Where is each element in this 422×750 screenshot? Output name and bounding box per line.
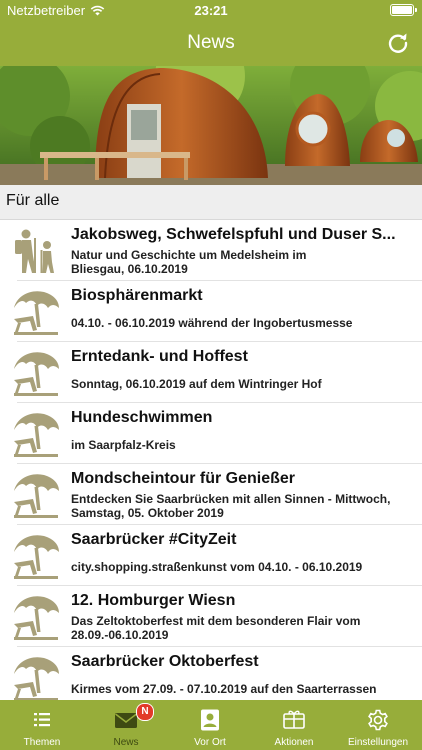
- tab-aktionen[interactable]: Aktionen: [252, 700, 336, 750]
- news-list: Jakobsweg, Schwefelspfuhl und Duser S...…: [0, 220, 422, 700]
- hikers-icon: [15, 229, 54, 273]
- item-title: Saarbrücker Oktoberfest: [71, 653, 259, 670]
- list-item[interactable]: Saarbrücker #CityZeit city.shopping.stra…: [0, 525, 422, 586]
- beach-umbrella-icon: [14, 596, 59, 640]
- beach-umbrella-icon: [14, 657, 59, 700]
- list-item[interactable]: Biosphärenmarkt 04.10. - 06.10.2019 währ…: [0, 281, 422, 342]
- list-item[interactable]: Hundeschwimmen im Saarpfalz-Kreis: [0, 403, 422, 464]
- item-subtitle: Natur und Geschichte um Medelsheim im: [71, 248, 307, 262]
- item-subtitle: im Saarpfalz-Kreis: [71, 438, 176, 452]
- page-title: News: [187, 32, 235, 53]
- item-subtitle: Entdecken Sie Saarbrücken mit allen Sinn…: [71, 492, 391, 506]
- status-bar: Netzbetreiber 23:21: [0, 0, 422, 22]
- list-item[interactable]: Mondscheintour für Genießer Entdecken Si…: [0, 464, 422, 525]
- item-subtitle: Bliesgau, 06.10.2019: [71, 262, 188, 276]
- battery-icon: [390, 4, 417, 16]
- top-bar: Netzbetreiber 23:21 News: [0, 0, 422, 66]
- tab-einstellungen[interactable]: Einstellungen: [336, 700, 420, 750]
- beach-umbrella-icon: [14, 413, 59, 457]
- hero-image: [0, 66, 422, 185]
- item-subtitle: Sonntag, 06.10.2019 auf dem Wintringer H…: [71, 377, 322, 391]
- section-header: Für alle: [0, 185, 422, 220]
- item-title: Biosphärenmarkt: [71, 287, 203, 304]
- item-title: Erntedank- und Hoffest: [71, 348, 248, 365]
- item-subtitle: Das Zeltoktoberfest mit dem besonderen F…: [71, 614, 361, 628]
- item-subtitle: 28.09.-06.10.2019: [71, 628, 169, 642]
- item-title: 12. Homburger Wiesn: [71, 592, 236, 609]
- tab-label: Vor Ort: [194, 737, 226, 748]
- tab-label: Einstellungen: [347, 737, 409, 748]
- beach-umbrella-icon: [14, 291, 59, 335]
- gear-icon: [368, 709, 388, 731]
- list-item[interactable]: Jakobsweg, Schwefelspfuhl und Duser S...…: [0, 220, 422, 281]
- camping-pods-photo: [0, 66, 422, 185]
- tab-label: News: [113, 737, 139, 748]
- beach-umbrella-icon: [14, 535, 59, 579]
- mail-icon: [115, 713, 137, 728]
- tab-label: Aktionen: [274, 737, 314, 748]
- tab-bar: Themen N News Vor Ort Aktionen Einstellu…: [0, 700, 422, 750]
- item-title: Mondscheintour für Genießer: [71, 470, 296, 487]
- tab-label: Themen: [23, 737, 61, 748]
- beach-umbrella-icon: [14, 352, 59, 396]
- item-title: Jakobsweg, Schwefelspfuhl und Duser S...: [71, 226, 396, 243]
- list-item[interactable]: Erntedank- und Hoffest Sonntag, 06.10.20…: [0, 342, 422, 403]
- section-label: Für alle: [6, 192, 60, 209]
- notification-badge: N: [136, 703, 154, 721]
- tab-vor-ort[interactable]: Vor Ort: [168, 700, 252, 750]
- location-card-icon: [201, 709, 219, 731]
- list-icon: [34, 713, 50, 727]
- item-title: Hundeschwimmen: [71, 409, 213, 426]
- status-time: 23:21: [194, 3, 228, 18]
- item-title: Saarbrücker #CityZeit: [71, 531, 237, 548]
- refresh-icon[interactable]: [386, 30, 410, 54]
- beach-umbrella-icon: [14, 474, 59, 518]
- gift-card-icon: [283, 710, 305, 729]
- item-subtitle: Kirmes vom 27.09. - 07.10.2019 auf den S…: [71, 682, 377, 696]
- list-item[interactable]: Saarbrücker Oktoberfest Kirmes vom 27.09…: [0, 647, 422, 700]
- tab-news[interactable]: N News: [84, 700, 168, 750]
- item-subtitle: city.shopping.straßenkunst vom 04.10. - …: [71, 560, 363, 574]
- item-subtitle: Samstag, 05. Oktober 2019: [71, 506, 224, 520]
- list-item[interactable]: 12. Homburger Wiesn Das Zeltoktoberfest …: [0, 586, 422, 647]
- item-subtitle: 04.10. - 06.10.2019 während der Ingobert…: [71, 316, 353, 330]
- tab-themen[interactable]: Themen: [0, 700, 84, 750]
